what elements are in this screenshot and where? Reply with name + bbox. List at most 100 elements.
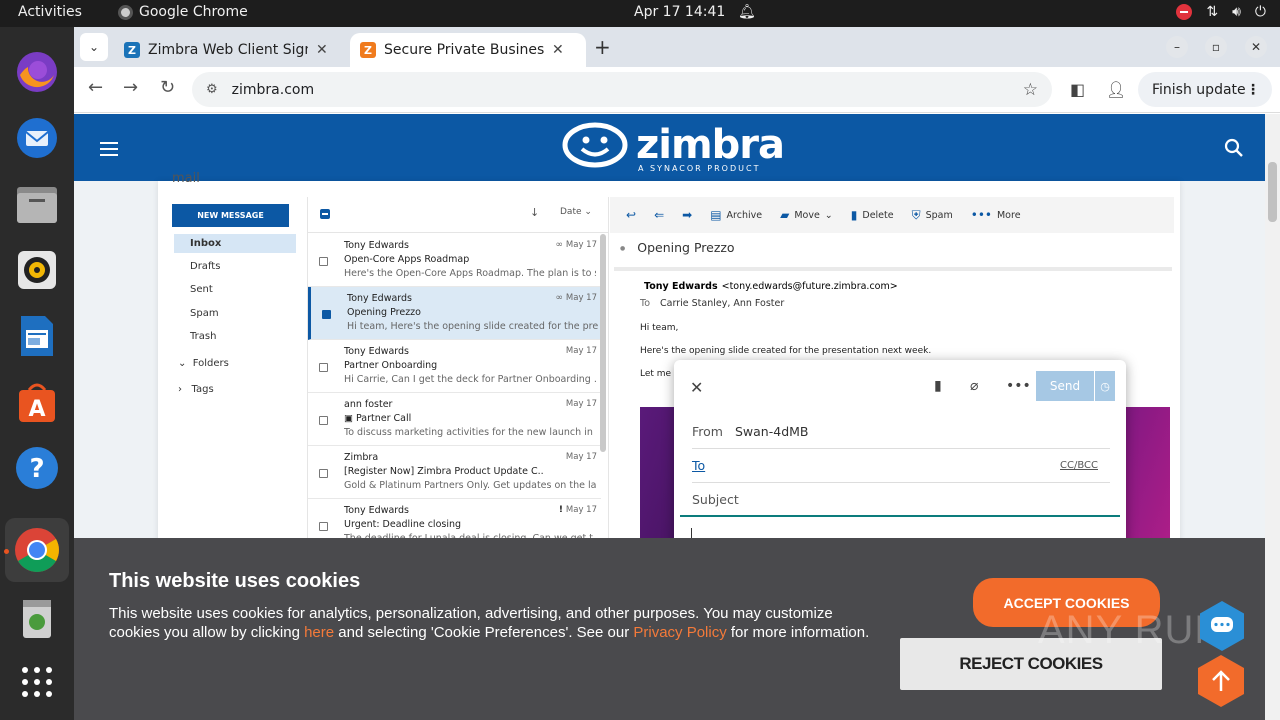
forward-arrow-icon[interactable]: →	[123, 77, 138, 98]
app-menu[interactable]: Google Chrome	[118, 4, 248, 20]
chrome-launcher[interactable]	[5, 518, 69, 582]
message-date: May 17	[565, 452, 597, 462]
more-dots-icon[interactable]: •••	[1006, 378, 1031, 394]
sort-by-date[interactable]: Date ⌄	[560, 207, 592, 217]
new-message-button[interactable]: NEW MESSAGE	[172, 204, 289, 227]
attachment-icon[interactable]: ⌀	[970, 378, 978, 394]
reply-all-button[interactable]: ⇐	[654, 208, 664, 222]
side-panel-icon[interactable]: ◧	[1070, 80, 1085, 99]
svg-text:A: A	[28, 397, 45, 422]
trash-launcher[interactable]	[12, 593, 62, 643]
profile-icon[interactable]: 👤︎	[1106, 80, 1126, 99]
more-menu-icon: ⋮	[1246, 81, 1260, 98]
discard-trash-icon[interactable]: ▮	[934, 378, 942, 394]
tab-title: Secure Private Business	[384, 42, 544, 58]
archive-button[interactable]: ▤ Archive	[710, 208, 762, 222]
list-item[interactable]: ann foster May 17 ▣ Partner Call To disc…	[308, 393, 601, 446]
search-icon[interactable]	[1224, 138, 1244, 158]
tab-zimbra-sign-in[interactable]: Z Zimbra Web Client Sign I ✕	[114, 33, 350, 67]
forward-button[interactable]: ➡	[682, 208, 692, 222]
schedule-clock-icon[interactable]: ◷	[1095, 371, 1115, 401]
privacy-policy-link[interactable]: Privacy Policy	[633, 624, 726, 641]
scroll-to-top-icon[interactable]	[1194, 654, 1248, 708]
recipients: Carrie Stanley, Ann Foster	[660, 298, 785, 309]
message-date: May 17	[565, 505, 597, 515]
from-field[interactable]: From Swan-4dMB	[692, 415, 1110, 449]
bookmark-star-icon[interactable]: ☆	[1023, 80, 1038, 100]
folder-trash[interactable]: Trash	[174, 327, 296, 346]
hamburger-menu-icon[interactable]	[100, 142, 118, 156]
message-subject: Open-Core Apps Roadmap	[344, 254, 470, 265]
tab-secure-private-business[interactable]: Z Secure Private Business ✕	[350, 33, 586, 67]
chat-bubble-icon[interactable]	[1196, 600, 1248, 652]
reply-button[interactable]: ↩	[626, 208, 636, 222]
message-list-scrollbar[interactable]	[600, 234, 606, 452]
spam-label: Spam	[925, 209, 953, 221]
spam-button[interactable]: ⛨ Spam	[912, 208, 953, 223]
more-button[interactable]: ••• More	[971, 208, 1021, 222]
chrome-icon	[15, 528, 59, 572]
app-center-launcher[interactable]: A	[12, 377, 62, 427]
clock[interactable]: Apr 17 14:41	[634, 4, 725, 20]
back-arrow-icon[interactable]: ←	[88, 77, 103, 98]
message-sender: Zimbra	[344, 452, 379, 463]
message-checkbox[interactable]	[319, 469, 328, 478]
show-apps-button[interactable]	[12, 657, 62, 707]
tags-group[interactable]: › Tags	[174, 380, 296, 399]
list-item[interactable]: Tony Edwards May 17 Partner Onboarding H…	[308, 340, 601, 393]
site-info-icon[interactable]: ⚙	[206, 82, 218, 97]
address-bar[interactable]: ⚙ zimbra.com ☆	[192, 72, 1052, 107]
folder-spam[interactable]: Spam	[174, 304, 296, 323]
forward-icon: ➡	[682, 208, 693, 222]
scrollbar-thumb[interactable]	[1268, 162, 1277, 222]
firefox-launcher[interactable]	[12, 47, 62, 97]
folder-drafts[interactable]: Drafts	[174, 257, 296, 276]
list-item[interactable]: Tony Edwards ∞ May 17 Opening Prezzo Hi …	[308, 287, 601, 340]
folder-inbox[interactable]: Inbox	[174, 234, 296, 253]
folder-sent[interactable]: Sent	[174, 280, 296, 299]
thunderbird-launcher[interactable]	[12, 113, 62, 163]
message-checkbox[interactable]	[322, 310, 331, 319]
to-label[interactable]: To	[692, 458, 705, 473]
sort-arrow-icon[interactable]: ↓	[530, 206, 539, 219]
help-launcher[interactable]: ?	[12, 443, 62, 493]
maximize-icon[interactable]: ▫	[1205, 36, 1227, 58]
message-checkbox[interactable]	[319, 522, 328, 531]
files-icon	[17, 187, 57, 223]
writer-launcher[interactable]	[12, 311, 62, 361]
delete-button[interactable]: ▮ Delete	[851, 208, 894, 222]
select-all-checkbox[interactable]	[320, 209, 330, 219]
list-item[interactable]: Zimbra May 17 [Register Now] Zimbra Prod…	[308, 446, 601, 499]
to-field[interactable]: To CC/BCC	[692, 449, 1110, 483]
reload-icon[interactable]: ↻	[160, 77, 175, 98]
archive-icon: ▤	[710, 208, 722, 222]
message-checkbox[interactable]	[319, 416, 328, 425]
close-tab-icon[interactable]: ✕	[552, 42, 564, 58]
close-window-icon[interactable]: ✕	[1245, 36, 1267, 58]
page-scrollbar[interactable]	[1265, 114, 1280, 720]
finish-update-button[interactable]: Finish update ⋮	[1138, 72, 1272, 107]
system-tray[interactable]: ⇅ 🔊︎ ⏻	[1176, 4, 1266, 20]
message-checkbox[interactable]	[319, 363, 328, 372]
more-dots-icon: •••	[970, 208, 992, 222]
message-preview: Gold & Platinum Partners Only. Get updat…	[344, 480, 596, 491]
recipients-line: To Carrie Stanley, Ann Foster	[640, 298, 784, 309]
compose-window: ✕ ▮ ⌀ ••• Send ◷ From Swan-4dMB To CC/BCC …	[674, 360, 1126, 550]
cookie-here-link[interactable]: here	[304, 624, 334, 641]
files-launcher[interactable]	[12, 179, 62, 229]
send-button[interactable]: Send	[1036, 371, 1094, 401]
move-button[interactable]: ▰ Move ⌄	[780, 208, 833, 222]
cc-bcc-link[interactable]: CC/BCC	[1060, 449, 1098, 483]
rhythmbox-launcher[interactable]	[12, 245, 62, 295]
folders-group[interactable]: ⌄ Folders	[174, 354, 296, 373]
close-tab-icon[interactable]: ✕	[316, 42, 328, 58]
tab-search-button[interactable]: ⌄	[80, 33, 108, 61]
activities-button[interactable]: Activities	[18, 4, 82, 20]
subject-field[interactable]: Subject	[680, 483, 1120, 517]
zimbra-logo[interactable]: zimbra A SYNACOR PRODUCT	[562, 122, 785, 173]
list-item[interactable]: Tony Edwards ∞ May 17 Open-Core Apps Roa…	[308, 234, 601, 287]
new-tab-plus-icon[interactable]: +	[594, 35, 611, 59]
message-checkbox[interactable]	[319, 257, 328, 266]
minimize-icon[interactable]: –	[1166, 36, 1188, 58]
close-icon[interactable]: ✕	[690, 378, 703, 397]
